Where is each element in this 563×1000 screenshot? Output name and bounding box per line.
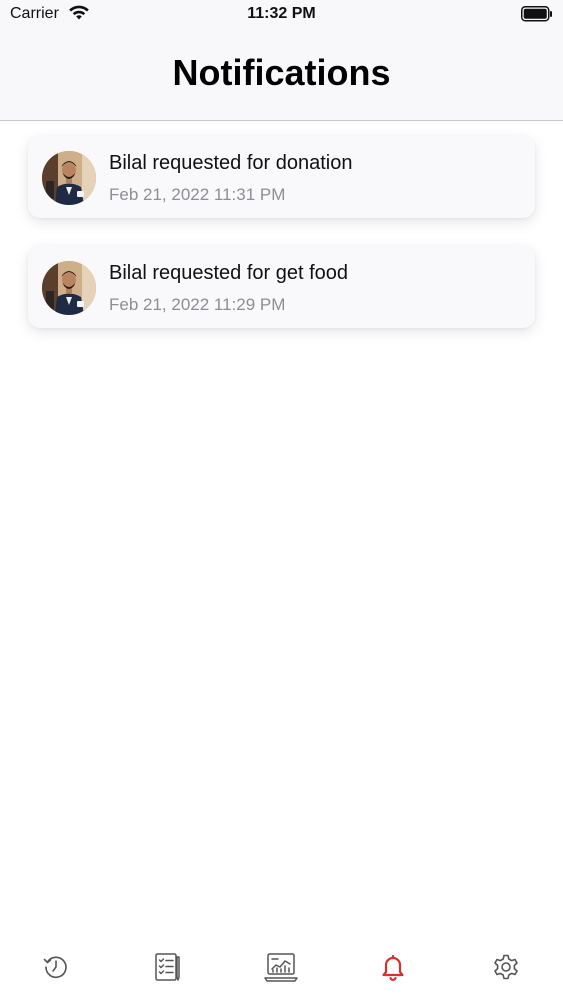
status-bar: Carrier 11:32 PM xyxy=(0,0,563,30)
page-title: Notifications xyxy=(172,52,391,93)
history-icon xyxy=(42,953,70,986)
tab-notifications[interactable] xyxy=(373,949,413,989)
status-time: 11:32 PM xyxy=(247,5,316,22)
notification-timestamp: Feb 21, 2022 11:29 PM xyxy=(109,295,286,314)
checklist-icon xyxy=(152,951,184,988)
notification-title: Bilal requested for get food xyxy=(109,262,349,284)
avatar xyxy=(42,261,96,315)
tab-settings[interactable] xyxy=(486,949,526,989)
notification-item[interactable]: Bilal requested for get food Feb 21, 202… xyxy=(28,246,535,328)
avatar xyxy=(42,151,96,205)
battery-icon xyxy=(521,6,553,27)
navigation-bar: Notifications xyxy=(0,30,563,121)
tab-history[interactable] xyxy=(36,949,76,989)
bell-icon xyxy=(379,953,407,986)
tab-bar xyxy=(0,935,563,1000)
tab-dashboard[interactable] xyxy=(261,949,301,989)
notification-item[interactable]: Bilal requested for donation Feb 21, 202… xyxy=(28,136,535,218)
notification-timestamp: Feb 21, 2022 11:31 PM xyxy=(109,185,286,204)
notification-title: Bilal requested for donation xyxy=(109,152,353,174)
notifications-screen: Carrier 11:32 PM Notifications Bilal req… xyxy=(0,0,563,1000)
dashboard-chart-icon xyxy=(264,951,298,988)
tab-checklist[interactable] xyxy=(148,949,188,989)
gear-icon xyxy=(492,953,520,986)
